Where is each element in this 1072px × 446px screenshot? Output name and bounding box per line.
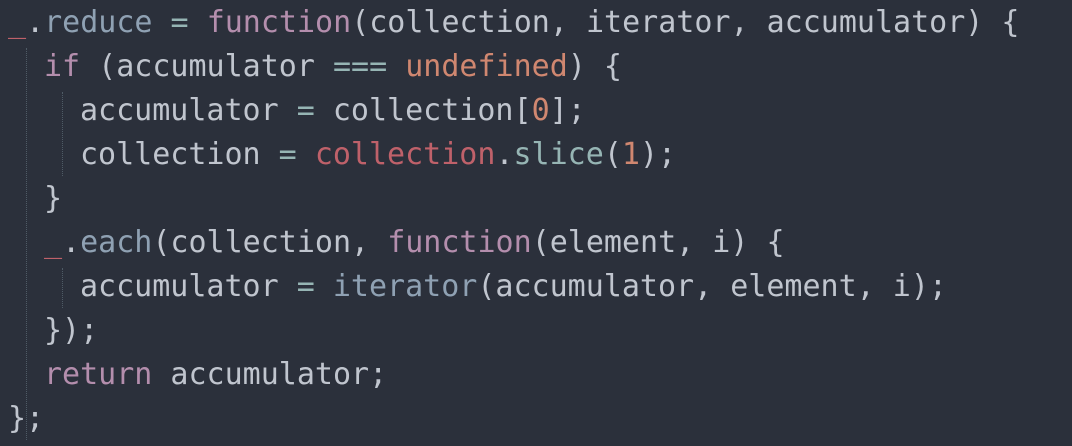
token: collection (314, 137, 496, 172)
token: iterator (332, 269, 478, 304)
token: collection[ (332, 93, 532, 128)
token: slice (513, 137, 604, 172)
token: (accumulator (80, 49, 333, 84)
token: function (387, 225, 532, 260)
code-line-2: if (accumulator === undefined) { (8, 45, 1019, 89)
code-line-10: }; (8, 397, 1019, 441)
token: 0 (531, 93, 550, 128)
token: (collection, iterator, accumulator) { (351, 5, 1020, 40)
token: . (62, 225, 81, 260)
token: accumulator (80, 93, 279, 128)
token: function (206, 5, 352, 40)
token: = (260, 137, 315, 172)
token: = (278, 93, 333, 128)
code-block: _.reduce = function(collection, iterator… (8, 1, 1019, 441)
token: undefined (405, 49, 568, 84)
token: _ (44, 225, 63, 260)
code-line-1: _.reduce = function(collection, iterator… (8, 1, 1019, 45)
code-line-5: } (8, 177, 1019, 221)
code-editor[interactable]: _.reduce = function(collection, iterator… (0, 0, 1072, 446)
token: ]; (549, 93, 586, 128)
token: collection (80, 137, 261, 172)
token: 1 (621, 137, 640, 172)
token: . (495, 137, 514, 172)
token: return (44, 357, 153, 392)
token: (element, i) { (531, 225, 785, 260)
token: (accumulator, element, i); (477, 269, 947, 304)
token: } (44, 181, 63, 216)
token: each (80, 225, 153, 260)
token: accumulator (80, 269, 279, 304)
code-line-4: collection = collection.slice(1); (8, 133, 1019, 177)
token: accumulator; (152, 357, 388, 392)
code-line-8: }); (8, 309, 1019, 353)
code-line-7: accumulator = iterator(accumulator, elem… (8, 265, 1019, 309)
token: = (152, 5, 207, 40)
token: ); (639, 137, 677, 172)
token: reduce (44, 5, 153, 40)
token: }; (8, 401, 45, 436)
token: = (278, 269, 333, 304)
code-line-9: return accumulator; (8, 353, 1019, 397)
code-line-3: accumulator = collection[0]; (8, 89, 1019, 133)
token: ) { (567, 49, 622, 84)
code-line-6: _.each(collection, function(element, i) … (8, 221, 1019, 265)
token: _ (8, 5, 27, 40)
token: . (26, 5, 45, 40)
token: (collection, (152, 225, 388, 260)
token: ( (603, 137, 622, 172)
token: }); (44, 313, 99, 348)
token: if (44, 49, 81, 84)
token: === (333, 49, 388, 84)
